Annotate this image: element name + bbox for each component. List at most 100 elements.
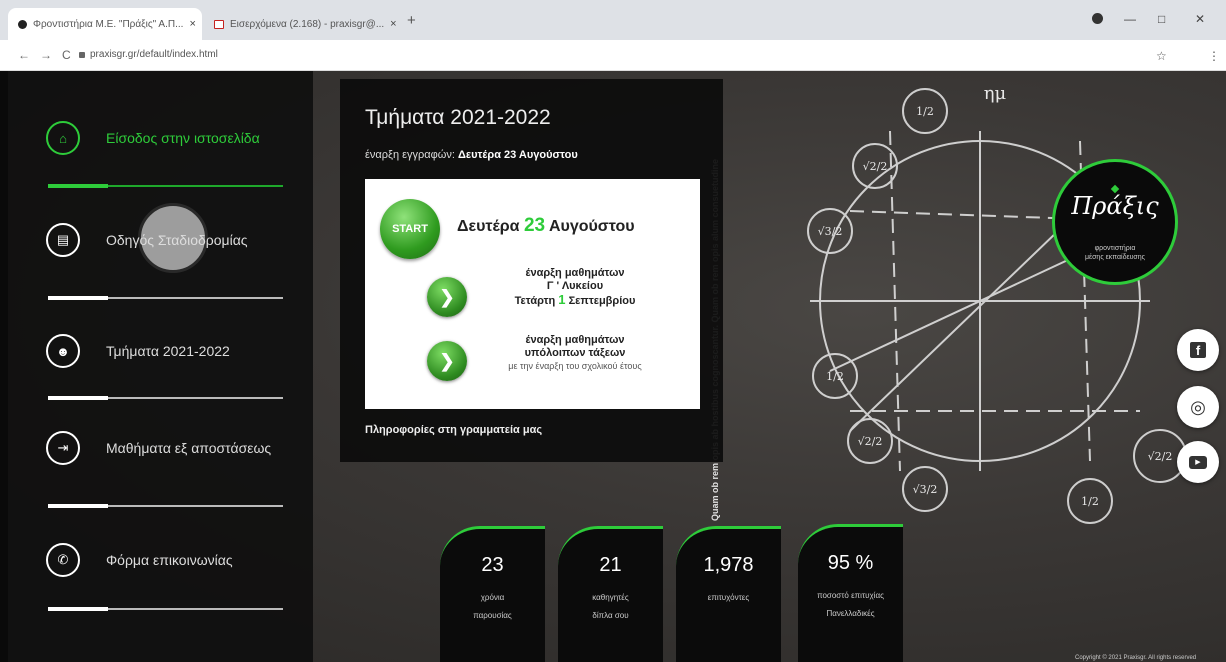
- instagram-button[interactable]: ◎: [1177, 386, 1219, 428]
- maximize-button[interactable]: □: [1158, 12, 1165, 26]
- tab-title: Φροντιστήρια Μ.Ε. "Πράξις" Α.Π...: [33, 18, 184, 30]
- registration-label: έναρξη εγγραφών:: [365, 149, 455, 161]
- stat-label-line: δίπλα σου: [592, 611, 629, 620]
- start-badge: START: [380, 199, 440, 259]
- stat-value: 1,978: [703, 554, 754, 576]
- tab-close-icon[interactable]: ×: [384, 18, 396, 30]
- forward-button[interactable]: →: [40, 48, 52, 62]
- card-line-part: Σεπτεμβρίου: [568, 295, 636, 307]
- book-icon: ▤: [46, 223, 80, 257]
- logo-tagline: φροντιστήρια μέσης εκπαίδευσης: [1055, 244, 1175, 262]
- board-label: √3/2: [818, 225, 843, 238]
- sign-in-icon: ⇥: [46, 431, 80, 465]
- registration-date: Δευτέρα 23 Αυγούστου: [457, 149, 578, 161]
- sidebar-item-career-guide[interactable]: ▤ Οδηγός Σταδιοδρομίας: [46, 223, 286, 257]
- tab-gmail[interactable]: Εισερχόμενα (2.168) - praxisgr@... ×: [204, 8, 398, 40]
- sidebar-item-contact-form[interactable]: ✆ Φόρμα επικοινωνίας: [46, 543, 286, 577]
- card-line: Γ ' Λυκείου: [546, 280, 604, 292]
- date-day: 23: [523, 215, 546, 236]
- card-line: έναρξη μαθημάτων: [525, 267, 625, 279]
- chevron-right-icon: ❯: [427, 341, 467, 381]
- menu-divider-accent: [48, 296, 108, 300]
- menu-divider-accent: [48, 504, 108, 508]
- stat-successful: 1,978 επιτυχόντες: [676, 526, 781, 662]
- phone-icon: ✆: [46, 543, 80, 577]
- stat-value: 95 %: [827, 552, 874, 574]
- praxis-logo[interactable]: Πράξις φροντιστήρια μέσης εκπαίδευσης: [1052, 159, 1178, 285]
- browser-tab-bar: Φροντιστήρια Μ.Ε. "Πράξις" Α.Π... × Εισε…: [0, 0, 1226, 40]
- sidebar-item-label: Οδηγός Σταδιοδρομίας: [106, 231, 248, 248]
- url-field[interactable]: praxisgr.gr/default/index.html: [90, 49, 218, 60]
- instagram-icon: ◎: [1190, 396, 1206, 417]
- board-label: 1/2: [826, 370, 844, 383]
- youtube-button[interactable]: ▶: [1177, 441, 1219, 483]
- tab-praxis[interactable]: Φροντιστήρια Μ.Ε. "Πράξις" Α.Π... ×: [8, 8, 202, 40]
- tab-title: Εισερχόμενα (2.168) - praxisgr@...: [230, 18, 385, 30]
- chevron-right-icon: ❯: [427, 277, 467, 317]
- lyceum-start-text: έναρξη μαθημάτων Γ ' Λυκείου Τετάρτη 1 Σ…: [475, 267, 675, 308]
- back-button[interactable]: ←: [18, 48, 30, 62]
- card-line-part: Τετάρτη: [514, 295, 556, 307]
- stat-value: 21: [599, 554, 622, 576]
- youtube-icon: ▶: [1189, 455, 1207, 469]
- board-label: 1/2: [916, 105, 934, 118]
- registration-start: έναρξη εγγραφών: Δευτέρα 23 Αυγούστου: [365, 149, 578, 161]
- board-label: √2/2: [858, 435, 883, 448]
- extension-icon[interactable]: [1092, 13, 1103, 24]
- sidebar-item-label: Φόρμα επικοινωνίας: [106, 551, 233, 568]
- left-edge: [0, 71, 8, 662]
- site-favicon-icon: [18, 19, 27, 29]
- classes-info-panel: Τμήματα 2021-2022 έναρξη εγγραφών: Δευτέ…: [340, 79, 723, 462]
- logo-tagline-line: μέσης εκπαίδευσης: [1084, 254, 1146, 261]
- stat-teachers: 21 καθηγητές δίπλα σου: [558, 526, 663, 662]
- browser-menu-icon[interactable]: ⋮: [1208, 49, 1220, 63]
- stat-label-line: χρόνια: [480, 593, 505, 602]
- stat-label-line: παρουσίας: [473, 611, 512, 620]
- sidebar-item-home[interactable]: ⌂ Είσοδος στην ιστοσελίδα: [46, 121, 286, 155]
- other-classes-start-text: έναρξη μαθημάτων υπόλοιπων τάξεων με την…: [475, 334, 675, 373]
- facebook-icon: f: [1190, 342, 1206, 358]
- card-line-part: 1: [558, 292, 566, 307]
- logo-tagline-line: φροντιστήρια: [1094, 245, 1136, 252]
- page-title: Τμήματα 2021-2022: [365, 106, 551, 129]
- minimize-button[interactable]: —: [1124, 12, 1136, 26]
- start-date: Δευτέρα 23 Αυγούστου: [457, 215, 635, 237]
- card-line: με την έναρξη του σχολικού έτους: [508, 361, 642, 371]
- sidebar-item-label: Τμήματα 2021-2022: [106, 342, 230, 359]
- stat-label-line: επιτυχόντες: [707, 593, 750, 602]
- facebook-button[interactable]: f: [1177, 329, 1219, 371]
- stat-label: χρόνια παρουσίας: [440, 589, 545, 625]
- bookmark-star-icon[interactable]: ☆: [1156, 49, 1167, 63]
- board-label: ημ: [984, 83, 1007, 104]
- stat-years: 23 χρόνια παρουσίας: [440, 526, 545, 662]
- date-month: Αυγούστου: [548, 218, 635, 235]
- stat-success-rate: 95 % ποσοστό επιτυχίας Πανελλαδικές: [798, 524, 903, 662]
- stat-label: ποσοστό επιτυχίας Πανελλαδικές: [798, 587, 903, 623]
- stat-label-line: καθηγητές: [592, 593, 629, 602]
- page-background: 1/2 √2/2 √3/2 1/2 √2/2 √3/2 1/2 √2/2 ημ …: [0, 71, 1226, 662]
- gmail-favicon-icon: [214, 19, 224, 29]
- lock-icon: [79, 52, 85, 58]
- reload-button[interactable]: C: [62, 48, 71, 62]
- board-label: 1/2: [1081, 495, 1099, 508]
- board-label: √2/2: [1148, 450, 1173, 463]
- menu-divider-accent: [48, 396, 108, 400]
- stat-label: καθηγητές δίπλα σου: [558, 589, 663, 625]
- menu-divider-accent: [48, 607, 108, 611]
- stat-value: 23: [481, 554, 504, 576]
- stat-label: επιτυχόντες: [676, 589, 781, 607]
- new-tab-button[interactable]: +: [407, 12, 416, 29]
- copyright-text: Copyright © 2021 Praxisgr. All rights re…: [1075, 655, 1197, 661]
- card-line: Τετάρτη 1 Σεπτεμβρίου: [475, 293, 675, 308]
- sidebar-item-label: Μαθήματα εξ αποστάσεως: [106, 439, 272, 456]
- info-text: Πληροφορίες στη γραμματεία μας: [365, 424, 543, 436]
- close-window-button[interactable]: ✕: [1195, 12, 1205, 26]
- sidebar-item-classes[interactable]: ☻ Τμήματα 2021-2022: [46, 334, 286, 368]
- sidebar: ⌂ Είσοδος στην ιστοσελίδα ▤ Οδηγός Σταδι…: [8, 71, 313, 662]
- home-icon: ⌂: [46, 121, 80, 155]
- card-line: υπόλοιπων τάξεων: [524, 347, 626, 359]
- tab-close-icon[interactable]: ×: [183, 18, 195, 30]
- sidebar-item-distance-learning[interactable]: ⇥ Μαθήματα εξ αποστάσεως: [46, 431, 286, 465]
- card-line: έναρξη μαθημάτων: [525, 334, 625, 346]
- stat-label-line: Πανελλαδικές: [826, 609, 875, 618]
